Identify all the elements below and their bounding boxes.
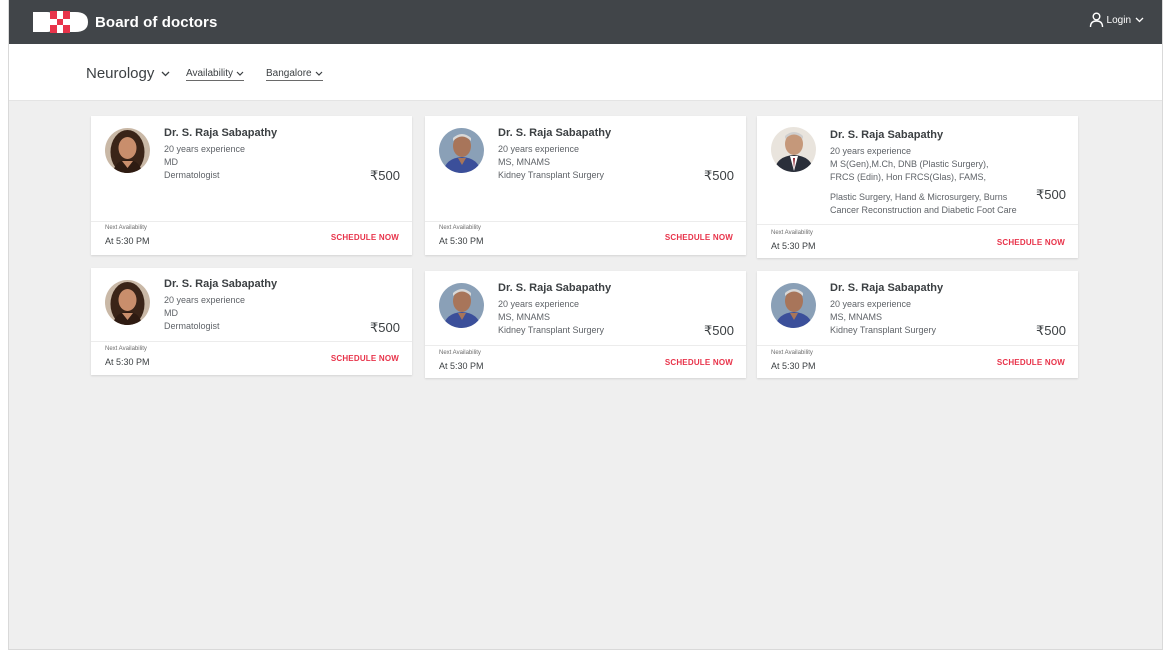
- next-availability-label: Next Availability: [439, 350, 481, 356]
- doctor-name[interactable]: Dr. S. Raja Sabapathy: [164, 278, 277, 290]
- next-availability-time: At 5:30 PM: [439, 361, 484, 371]
- next-availability-label: Next Availability: [771, 230, 813, 236]
- doctor-detail-line: MD: [164, 157, 178, 167]
- doctor-card[interactable]: Dr. S. Raja Sabapathy 20 years experienc…: [91, 268, 412, 375]
- doctor-card[interactable]: Dr. S. Raja Sabapathy 20 years experienc…: [757, 271, 1078, 378]
- doctor-experience: 20 years experience: [164, 295, 246, 305]
- doctor-detail-line: Dermatologist: [164, 170, 220, 180]
- consultation-fee: ₹500: [704, 323, 734, 338]
- card-divider: [425, 221, 746, 222]
- card-divider: [91, 221, 412, 222]
- schedule-now-button[interactable]: SCHEDULE NOW: [331, 354, 399, 363]
- doctor-avatar[interactable]: [771, 127, 816, 172]
- consultation-fee: ₹500: [1036, 323, 1066, 338]
- next-availability-time: At 5:30 PM: [771, 361, 816, 371]
- doctor-name[interactable]: Dr. S. Raja Sabapathy: [498, 127, 611, 139]
- schedule-now-button[interactable]: SCHEDULE NOW: [997, 358, 1065, 367]
- schedule-now-button[interactable]: SCHEDULE NOW: [331, 233, 399, 242]
- city-dropdown[interactable]: Bangalore: [266, 68, 323, 81]
- doctor-card[interactable]: Dr. S. Raja Sabapathy 20 years experienc…: [91, 116, 412, 255]
- specialty-label: Neurology: [86, 65, 155, 82]
- app-window: Board of doctors Login Neurology Availab…: [8, 0, 1163, 650]
- chevron-down-icon: [315, 71, 323, 76]
- doctor-card[interactable]: Dr. S. Raja Sabapathy 20 years experienc…: [425, 116, 746, 255]
- doctor-detail-line: Plastic Surgery, Hand & Microsurgery, Bu…: [830, 192, 1008, 202]
- doctor-name[interactable]: Dr. S. Raja Sabapathy: [498, 282, 611, 294]
- doctor-detail-line: M S(Gen),M.Ch, DNB (Plastic Surgery),: [830, 159, 989, 169]
- doctor-experience: 20 years experience: [498, 299, 580, 309]
- filter-bar: Neurology Availability Bangalore: [9, 44, 1162, 101]
- card-divider: [91, 341, 412, 342]
- next-availability-label: Next Availability: [105, 225, 147, 231]
- doctor-detail-line: Kidney Transplant Surgery: [830, 325, 937, 335]
- consultation-fee: ₹500: [370, 168, 400, 183]
- schedule-now-button[interactable]: SCHEDULE NOW: [665, 358, 733, 367]
- doctor-experience: 20 years experience: [830, 146, 912, 156]
- doctor-avatar[interactable]: [439, 128, 484, 173]
- availability-label: Availability: [186, 68, 234, 79]
- next-availability-time: At 5:30 PM: [105, 236, 150, 246]
- doctor-detail-line: MS, MNAMS: [498, 312, 551, 322]
- doctor-detail-line: Kidney Transplant Surgery: [498, 325, 605, 335]
- city-label: Bangalore: [266, 68, 312, 79]
- doctor-experience: 20 years experience: [830, 299, 912, 309]
- doctor-detail-line: MD: [164, 308, 178, 318]
- doctor-card[interactable]: Dr. S. Raja Sabapathy 20 years experienc…: [757, 116, 1078, 258]
- doctor-avatar[interactable]: [771, 283, 816, 328]
- top-bar: Board of doctors Login: [9, 0, 1162, 44]
- availability-dropdown[interactable]: Availability: [186, 68, 245, 81]
- doctor-detail-line: Kidney Transplant Surgery: [498, 170, 605, 180]
- next-availability-label: Next Availability: [771, 350, 813, 356]
- doctor-experience: 20 years experience: [498, 144, 580, 154]
- doctor-avatar[interactable]: [105, 128, 150, 173]
- doctor-name[interactable]: Dr. S. Raja Sabapathy: [164, 127, 277, 139]
- chevron-down-icon: [161, 71, 170, 76]
- next-availability-time: At 5:30 PM: [439, 236, 484, 246]
- doctor-detail-line: Cancer Reconstruction and Diabetic Foot …: [830, 205, 1017, 215]
- doctor-name[interactable]: Dr. S. Raja Sabapathy: [830, 129, 943, 141]
- doctor-avatar[interactable]: [105, 280, 150, 325]
- card-divider: [757, 224, 1078, 225]
- specialty-dropdown[interactable]: Neurology: [86, 65, 170, 82]
- consultation-fee: ₹500: [704, 168, 734, 183]
- doctor-experience: 20 years experience: [164, 144, 246, 154]
- user-icon: [1089, 12, 1103, 28]
- next-availability-label: Next Availability: [439, 225, 481, 231]
- next-availability-time: At 5:30 PM: [105, 357, 150, 367]
- doctor-card[interactable]: Dr. S. Raja Sabapathy 20 years experienc…: [425, 271, 746, 378]
- chevron-down-icon: [1135, 17, 1144, 23]
- consultation-fee: ₹500: [1036, 187, 1066, 202]
- doctor-detail-line: MS, MNAMS: [498, 157, 551, 167]
- next-availability-time: At 5:30 PM: [771, 241, 816, 251]
- brand-title: Board of doctors: [95, 13, 218, 31]
- card-divider: [425, 345, 746, 346]
- doctor-detail-line: FRCS (Edin), Hon FRCS(Glas), FAMS,: [830, 172, 987, 182]
- schedule-now-button[interactable]: SCHEDULE NOW: [665, 233, 733, 242]
- next-availability-label: Next Availability: [105, 346, 147, 352]
- doctor-detail-line: MS, MNAMS: [830, 312, 883, 322]
- doctor-avatar[interactable]: [439, 283, 484, 328]
- doctor-detail-line: Dermatologist: [164, 321, 220, 331]
- consultation-fee: ₹500: [370, 320, 400, 335]
- doctor-name[interactable]: Dr. S. Raja Sabapathy: [830, 282, 943, 294]
- login-menu[interactable]: Login: [1089, 12, 1144, 28]
- chevron-down-icon: [236, 71, 244, 76]
- login-label: Login: [1106, 14, 1131, 26]
- brand-logo-icon[interactable]: [33, 11, 89, 33]
- schedule-now-button[interactable]: SCHEDULE NOW: [997, 238, 1065, 247]
- card-divider: [757, 345, 1078, 346]
